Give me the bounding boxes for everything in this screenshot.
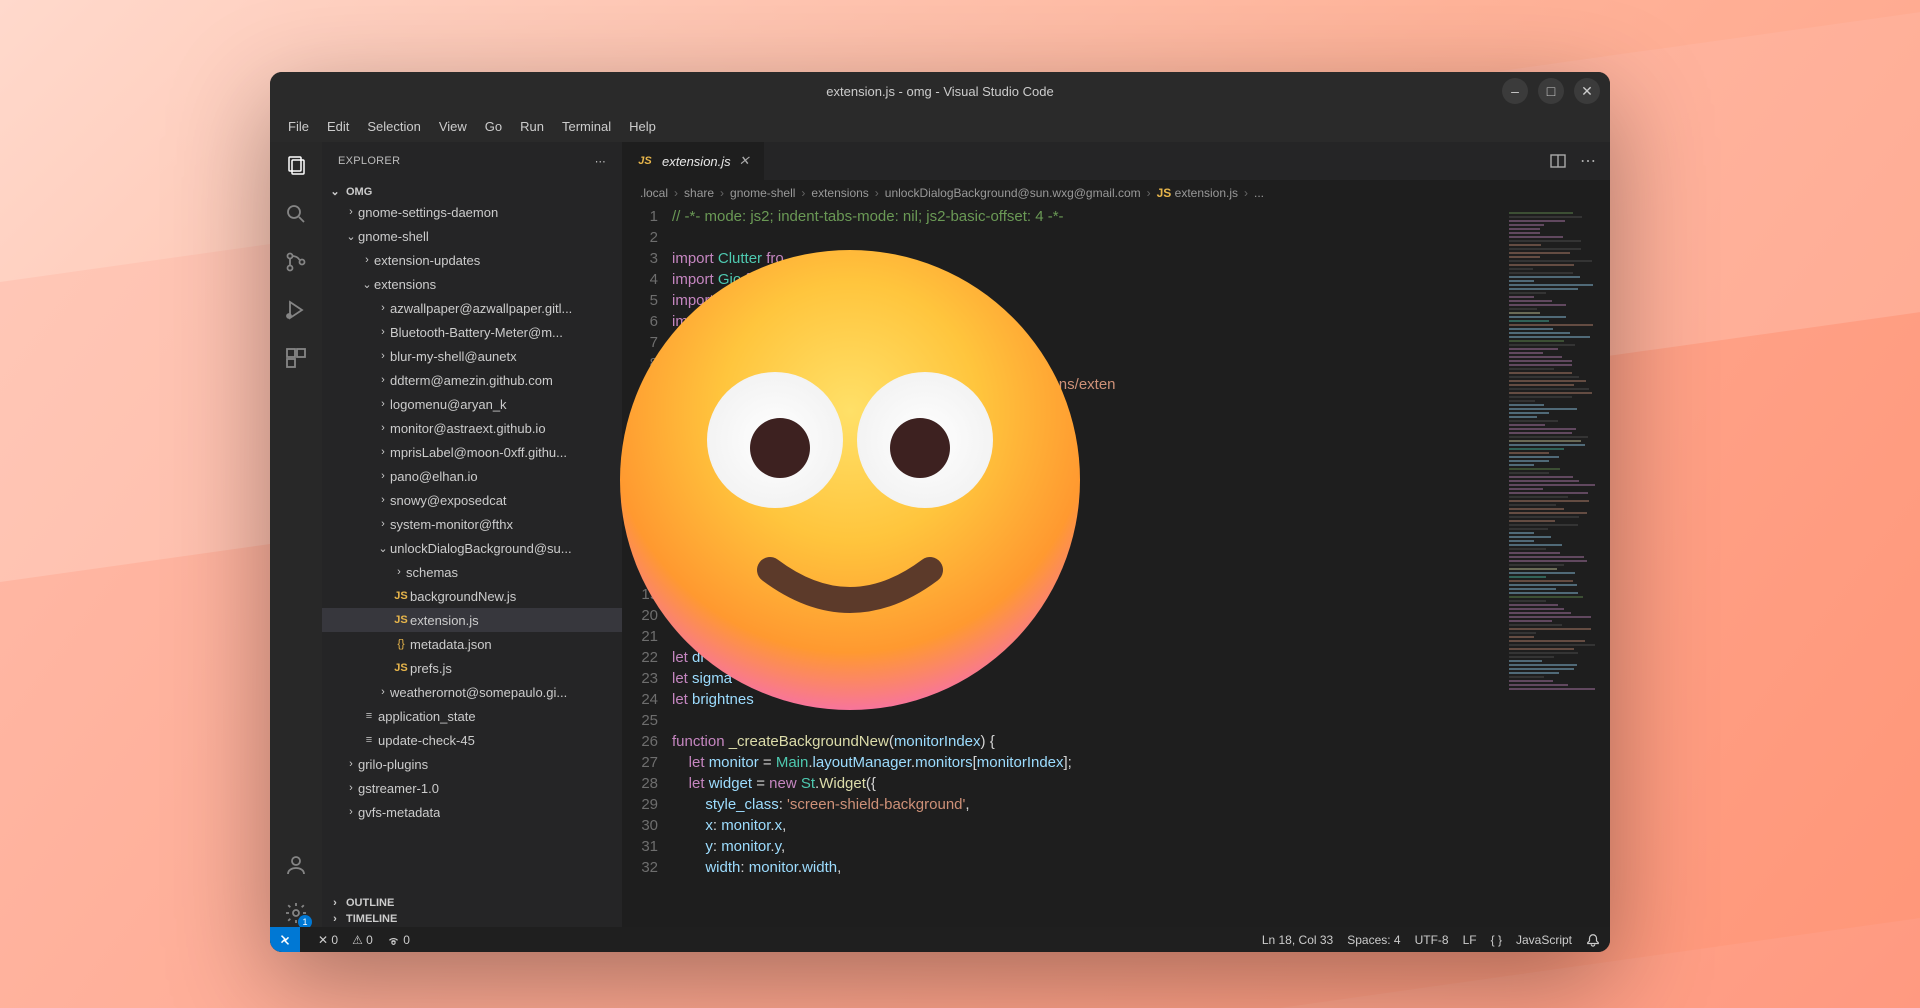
- brackets-indicator[interactable]: { }: [1491, 933, 1502, 947]
- account-icon[interactable]: [282, 851, 310, 879]
- breadcrumb-segment[interactable]: extensions: [811, 186, 868, 200]
- titlebar: extension.js - omg - Visual Studio Code …: [270, 72, 1610, 110]
- breadcrumb-segment[interactable]: share: [684, 186, 714, 200]
- folder-item[interactable]: ⌄unlockDialogBackground@su...: [322, 536, 622, 560]
- menu-run[interactable]: Run: [512, 116, 552, 137]
- folder-item[interactable]: ›mprisLabel@moon-0xff.githu...: [322, 440, 622, 464]
- folder-item[interactable]: ›blur-my-shell@aunetx: [322, 344, 622, 368]
- settings-icon[interactable]: 1: [282, 899, 310, 927]
- folder-item[interactable]: ›gstreamer-1.0: [322, 776, 622, 800]
- file-item[interactable]: ≡update-check-45: [322, 728, 622, 752]
- js-icon: JS: [392, 662, 410, 674]
- breadcrumb-segment[interactable]: unlockDialogBackground@sun.wxg@gmail.com: [885, 186, 1141, 200]
- menu-selection[interactable]: Selection: [359, 116, 428, 137]
- folder-item[interactable]: ›gvfs-metadata: [322, 800, 622, 824]
- editor-area: JS extension.js ✕ ⋯ .local›share›gnome-s…: [622, 142, 1610, 927]
- explorer-icon[interactable]: [282, 152, 310, 180]
- folder-item[interactable]: ›logomenu@aryan_k: [322, 392, 622, 416]
- menu-file[interactable]: File: [280, 116, 317, 137]
- folder-root[interactable]: ⌄OMG: [322, 183, 622, 200]
- breadcrumb-segment[interactable]: gnome-shell: [730, 186, 795, 200]
- eol[interactable]: LF: [1463, 933, 1477, 947]
- source-control-icon[interactable]: [282, 248, 310, 276]
- folder-item[interactable]: ›azwallpaper@azwallpaper.gitl...: [322, 296, 622, 320]
- cursor-position[interactable]: Ln 18, Col 33: [1262, 933, 1333, 947]
- breadcrumb-segment[interactable]: JS extension.js: [1157, 186, 1238, 200]
- language-mode[interactable]: JavaScript: [1516, 933, 1572, 947]
- folder-item[interactable]: ⌄gnome-shell: [322, 224, 622, 248]
- js-icon: JS: [392, 590, 410, 602]
- vscode-window: extension.js - omg - Visual Studio Code …: [270, 72, 1610, 952]
- notifications-icon[interactable]: [1586, 933, 1600, 947]
- split-editor-icon[interactable]: [1550, 153, 1566, 169]
- folder-item[interactable]: ›weatherornot@somepaulo.gi...: [322, 680, 622, 704]
- menu-terminal[interactable]: Terminal: [554, 116, 619, 137]
- close-button[interactable]: ✕: [1574, 78, 1600, 104]
- more-actions-icon[interactable]: ⋯: [1580, 151, 1596, 171]
- tab-extension-js[interactable]: JS extension.js ✕: [622, 142, 764, 180]
- explorer-header: EXPLORER ⋯: [322, 142, 622, 180]
- remote-indicator[interactable]: [270, 927, 300, 952]
- explorer-title: EXPLORER: [338, 155, 400, 167]
- window-title: extension.js - omg - Visual Studio Code: [826, 84, 1053, 99]
- file-item[interactable]: JSbackgroundNew.js: [322, 584, 622, 608]
- breadcrumb[interactable]: .local›share›gnome-shell›extensions›unlo…: [622, 180, 1610, 206]
- menubar: FileEditSelectionViewGoRunTerminalHelp: [270, 110, 1610, 142]
- js-icon: JS: [636, 155, 654, 167]
- indentation[interactable]: Spaces: 4: [1347, 933, 1400, 947]
- run-debug-icon[interactable]: [282, 296, 310, 324]
- extensions-icon[interactable]: [282, 344, 310, 372]
- menu-edit[interactable]: Edit: [319, 116, 357, 137]
- encoding[interactable]: UTF-8: [1415, 933, 1449, 947]
- file-tree: ›gnome-settings-daemon⌄gnome-shell›exten…: [322, 200, 622, 824]
- folder-item[interactable]: ›pano@elhan.io: [322, 464, 622, 488]
- folder-item[interactable]: ›monitor@astraext.github.io: [322, 416, 622, 440]
- minimap[interactable]: [1505, 206, 1610, 927]
- file-item[interactable]: JSextension.js: [322, 608, 622, 632]
- folder-item[interactable]: ›gnome-settings-daemon: [322, 200, 622, 224]
- breadcrumb-segment[interactable]: .local: [640, 186, 668, 200]
- breadcrumb-segment[interactable]: ...: [1254, 186, 1264, 200]
- folder-item[interactable]: ⌄extensions: [322, 272, 622, 296]
- timeline-section[interactable]: ›TIMELINE: [322, 911, 622, 927]
- folder-item[interactable]: ›extension-updates: [322, 248, 622, 272]
- more-icon[interactable]: ⋯: [595, 155, 606, 168]
- file-item[interactable]: {}metadata.json: [322, 632, 622, 656]
- folder-item[interactable]: ›system-monitor@fthx: [322, 512, 622, 536]
- folder-item[interactable]: ›schemas: [322, 560, 622, 584]
- code-content[interactable]: // -*- mode: js2; indent-tabs-mode: nil;…: [672, 206, 1505, 927]
- file-item[interactable]: ≡application_state: [322, 704, 622, 728]
- statusbar: ✕ 0 ⚠ 0 0 Ln 18, Col 33 Spaces: 4 UTF-8 …: [270, 927, 1610, 952]
- menu-view[interactable]: View: [431, 116, 475, 137]
- js-icon: JS: [392, 614, 410, 626]
- code-editor[interactable]: 1234567891011121314151617181920212223242…: [622, 206, 1610, 927]
- outline-section[interactable]: ›OUTLINE: [322, 895, 622, 911]
- line-gutter: 1234567891011121314151617181920212223242…: [622, 206, 672, 927]
- search-icon[interactable]: [282, 200, 310, 228]
- close-icon[interactable]: ✕: [739, 153, 750, 169]
- tab-bar: JS extension.js ✕ ⋯: [622, 142, 1610, 180]
- minimize-button[interactable]: –: [1502, 78, 1528, 104]
- file-item[interactable]: JSprefs.js: [322, 656, 622, 680]
- file-icon: ≡: [360, 734, 378, 746]
- warnings-indicator[interactable]: ⚠ 0: [352, 933, 373, 947]
- errors-indicator[interactable]: ✕ 0: [318, 933, 338, 947]
- activity-bar: 1: [270, 142, 322, 927]
- side-panel: EXPLORER ⋯ ⌄OMG ›gnome-settings-daemon⌄g…: [322, 142, 622, 927]
- folder-item[interactable]: ›Bluetooth-Battery-Meter@m...: [322, 320, 622, 344]
- folder-item[interactable]: ›snowy@exposedcat: [322, 488, 622, 512]
- json-icon: {}: [392, 638, 410, 650]
- menu-go[interactable]: Go: [477, 116, 510, 137]
- window-controls: – □ ✕: [1502, 78, 1600, 104]
- menu-help[interactable]: Help: [621, 116, 664, 137]
- tab-label: extension.js: [662, 154, 731, 169]
- maximize-button[interactable]: □: [1538, 78, 1564, 104]
- folder-item[interactable]: ›ddterm@amezin.github.com: [322, 368, 622, 392]
- file-icon: ≡: [360, 710, 378, 722]
- ports-indicator[interactable]: 0: [387, 933, 410, 947]
- folder-item[interactable]: ›grilo-plugins: [322, 752, 622, 776]
